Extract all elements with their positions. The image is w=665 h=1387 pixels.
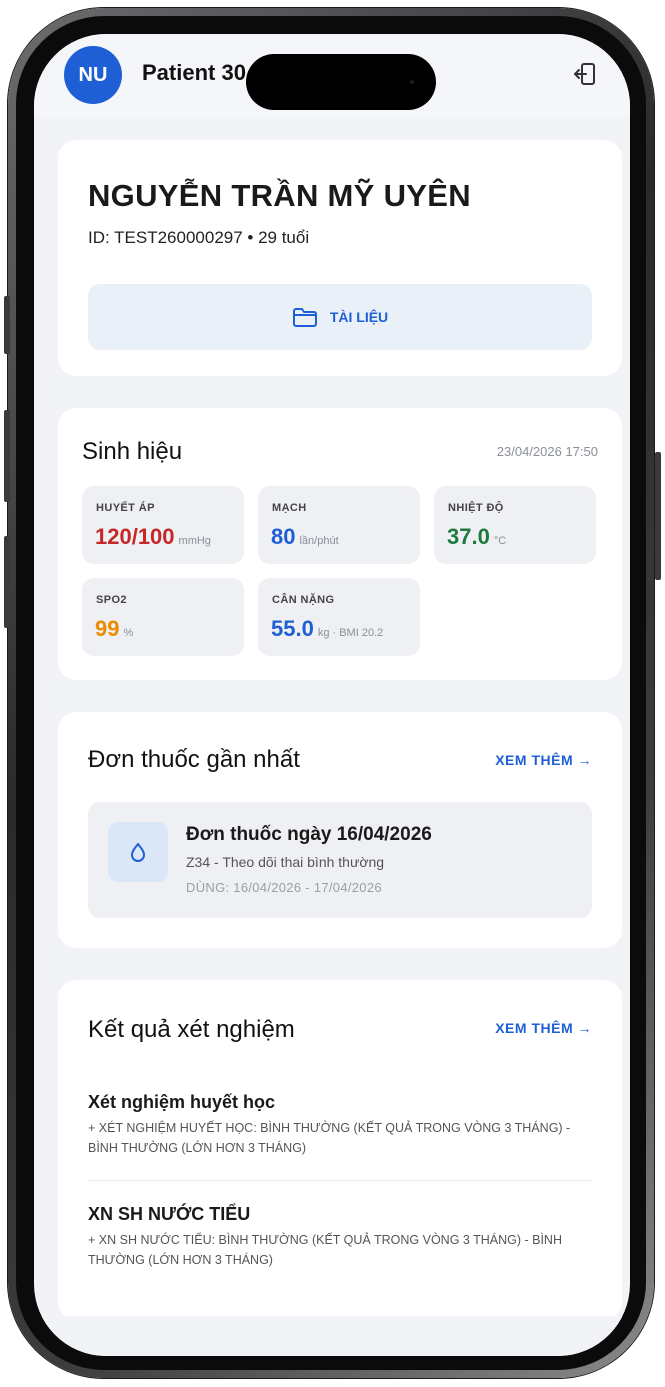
patient-name: NGUYỄN TRẦN MỸ UYÊN xyxy=(88,178,471,213)
lab-result-desc: + XÉT NGHIỆM HUYẾT HỌC: BÌNH THƯỜNG (KẾT… xyxy=(88,1121,571,1155)
vital-weight: CÂN NẶNG 55.0 kg · BMI 20.2 xyxy=(258,578,420,656)
lab-results-see-more-link[interactable]: XEM THÊM → xyxy=(495,1020,592,1036)
app-screen: NU Patient 30 NGUYỄN TRẦN MỸ UYÊN ID: TE… xyxy=(34,34,630,1356)
folder-icon xyxy=(292,308,317,327)
prescription-title: Đơn thuốc gần nhất xyxy=(88,746,300,773)
vital-value: 37.0 °C xyxy=(447,524,507,549)
vital-value: 120/100 mmHg xyxy=(95,524,211,549)
documents-button[interactable]: TÀI LIỆU xyxy=(88,284,592,350)
lab-result-desc: + XN SH NƯỚC TIỂU: BÌNH THƯỜNG (KẾT QUẢ … xyxy=(88,1233,562,1267)
patient-card: NGUYỄN TRẦN MỸ UYÊN ID: TEST260000297 • … xyxy=(58,140,622,376)
silent-switch xyxy=(4,296,10,354)
volume-down-button xyxy=(4,536,10,628)
vital-temperature: NHIỆT ĐỘ 37.0 °C xyxy=(434,486,596,564)
vital-value: 99% xyxy=(95,616,134,641)
prescription-item-dates: DÙNG: 16/04/2026 - 17/04/2026 xyxy=(186,880,382,895)
vital-label: SPO2 xyxy=(96,594,127,606)
prescription-item[interactable]: Đơn thuốc ngày 16/04/2026 Z34 - Theo dõi… xyxy=(88,802,592,918)
lab-results-title: Kết quả xét nghiệm xyxy=(88,1016,295,1043)
medicine-drop-icon xyxy=(108,822,168,882)
bottom-safe-area xyxy=(34,1316,630,1356)
documents-button-label: TÀI LIỆU xyxy=(329,309,389,325)
vital-pulse: MẠCH 80 lần/phút xyxy=(258,486,420,564)
logout-icon[interactable] xyxy=(572,60,600,88)
prescription-see-more-link[interactable]: XEM THÊM → xyxy=(495,752,592,768)
vital-label: HUYẾT ÁP xyxy=(96,502,155,514)
header-title: Patient 30 xyxy=(142,60,246,85)
vital-label: CÂN NẶNG xyxy=(272,594,335,606)
vital-label: NHIỆT ĐỘ xyxy=(448,502,504,514)
dynamic-island xyxy=(246,54,436,110)
vital-value: 55.0 kg · BMI 20.2 xyxy=(271,616,384,641)
lab-result-name[interactable]: XN SH NƯỚC TIỂU xyxy=(88,1204,250,1225)
vitals-timestamp: 23/04/2026 17:50 xyxy=(496,444,598,459)
vital-value: 80 lần/phút xyxy=(271,524,339,549)
prescription-card: Đơn thuốc gần nhất XEM THÊM → Đơn thuốc … xyxy=(58,712,622,948)
vital-blood-pressure: HUYẾT ÁP 120/100 mmHg xyxy=(82,486,244,564)
prescription-item-title: Đơn thuốc ngày 16/04/2026 xyxy=(186,824,432,845)
vitals-title: Sinh hiệu xyxy=(82,438,183,465)
lab-results-card: Kết quả xét nghiệm XEM THÊM → Xét nghiệm… xyxy=(58,980,622,1320)
patient-id: ID: TEST260000297 • 29 tuổi xyxy=(88,228,310,247)
vitals-card: Sinh hiệu 23/04/2026 17:50 HUYẾT ÁP 120/… xyxy=(58,408,622,680)
power-button xyxy=(655,452,661,580)
vital-spo2: SPO2 99% xyxy=(82,578,244,656)
prescription-item-diagnosis: Z34 - Theo dõi thai bình thường xyxy=(186,854,385,870)
divider xyxy=(88,1180,592,1181)
lab-result-name[interactable]: Xét nghiệm huyết học xyxy=(88,1092,275,1113)
avatar[interactable]: NU xyxy=(64,46,122,104)
vital-label: MẠCH xyxy=(272,502,307,514)
volume-up-button xyxy=(4,410,10,502)
